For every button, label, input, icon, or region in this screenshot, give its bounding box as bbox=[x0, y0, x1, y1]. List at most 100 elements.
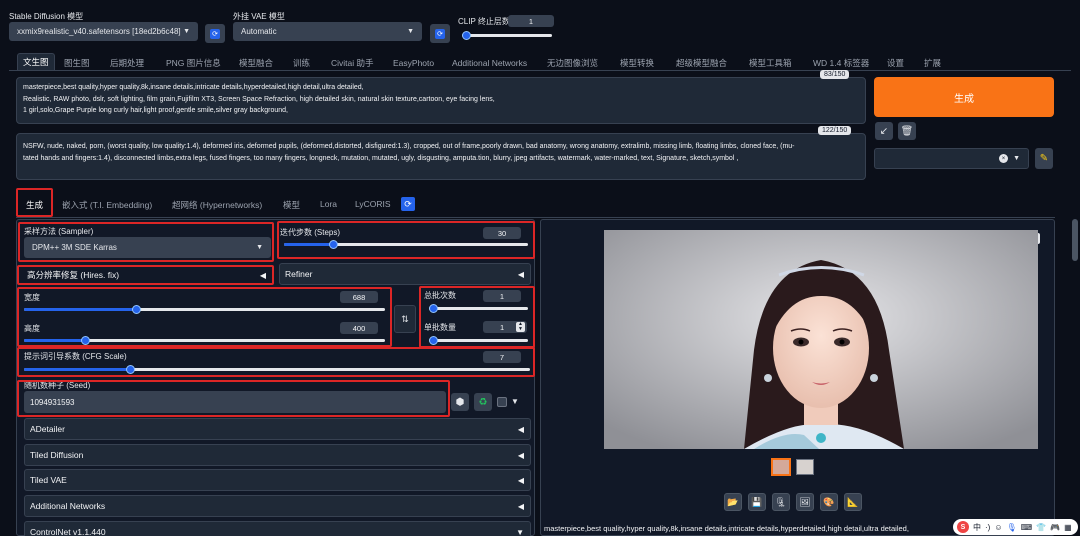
edit-styles-button[interactable]: ✎ bbox=[1035, 148, 1053, 169]
arrow-down-left-icon: ↙ bbox=[879, 125, 889, 137]
tab-8[interactable]: Additional Networks bbox=[452, 56, 527, 70]
steps-slider[interactable] bbox=[284, 240, 528, 249]
tab-4[interactable]: 模型融合 bbox=[239, 56, 273, 70]
tab-13[interactable]: WD 1.4 标签器 bbox=[813, 56, 869, 70]
subtab-3[interactable]: 模型 bbox=[283, 199, 300, 211]
zip-icon: 🗜 bbox=[775, 496, 787, 507]
tab-6[interactable]: Civitai 助手 bbox=[331, 56, 374, 70]
generate-button[interactable]: 生成 bbox=[874, 77, 1054, 117]
height-value[interactable]: 400 bbox=[340, 322, 378, 334]
collapse-icon: ◀ bbox=[517, 501, 524, 511]
batch-size-input[interactable]: 1 ▲ ▼ bbox=[483, 321, 527, 333]
seed-input[interactable]: 1094931593 bbox=[24, 391, 446, 413]
batch-size-slider[interactable] bbox=[429, 336, 528, 345]
vae-value: Automatic bbox=[241, 27, 277, 36]
subtabs-divider bbox=[16, 217, 1055, 218]
height-slider[interactable] bbox=[24, 336, 385, 345]
grid-icon: ▦ bbox=[1064, 522, 1072, 532]
extra-seed-checkbox[interactable] bbox=[497, 397, 507, 407]
subtab-2[interactable]: 超网络 (Hypernetworks) bbox=[172, 199, 262, 211]
thumbnail-2[interactable] bbox=[796, 459, 814, 475]
accordion-0[interactable]: ADetailer ◀ bbox=[24, 418, 531, 440]
reuse-seed-button[interactable]: ♻ bbox=[474, 393, 492, 411]
subtab-1[interactable]: 嵌入式 (T.I. Embedding) bbox=[62, 199, 152, 211]
accordion-label: ADetailer bbox=[30, 424, 65, 434]
chevron-down-icon: ▼ bbox=[1013, 155, 1020, 162]
clip-value[interactable]: 1 bbox=[508, 15, 554, 27]
chevron-down-icon: ▼ bbox=[256, 244, 263, 251]
cfg-value[interactable]: 7 bbox=[483, 351, 521, 363]
tab-2[interactable]: 后期处理 bbox=[110, 56, 144, 70]
refresh-model-button[interactable]: ⟳ bbox=[205, 24, 225, 43]
refresh-networks-button[interactable]: ⟳ bbox=[401, 197, 415, 211]
batch-count-slider[interactable] bbox=[429, 304, 528, 313]
zip-button[interactable]: 🗜 bbox=[772, 493, 790, 511]
negative-prompt[interactable]: NSFW, nude, naked, porn, (worst quality,… bbox=[16, 133, 866, 180]
send-to-inpaint-button[interactable]: 🎨 bbox=[820, 493, 838, 511]
tab-7[interactable]: EasyPhoto bbox=[393, 56, 434, 70]
send-to-img2img-button[interactable]: 🖼 bbox=[796, 493, 814, 511]
accordion-3[interactable]: Additional Networks ◀ bbox=[24, 495, 531, 517]
sampler-label: 采样方法 (Sampler) bbox=[24, 227, 94, 236]
subtab-0[interactable]: 生成 bbox=[26, 199, 43, 211]
swap-dimensions-button[interactable]: ⇅ bbox=[394, 305, 416, 333]
collapse-icon: ▼ bbox=[516, 527, 524, 536]
read-params-button[interactable]: ↙ bbox=[875, 122, 893, 140]
tab-1[interactable]: 图生图 bbox=[64, 56, 90, 70]
width-slider[interactable] bbox=[24, 305, 385, 314]
tab-12[interactable]: 模型工具箱 bbox=[749, 56, 792, 70]
generated-image[interactable] bbox=[604, 230, 1038, 449]
collapse-icon: ◀ bbox=[517, 450, 524, 460]
subtab-4[interactable]: Lora bbox=[320, 199, 337, 209]
steps-label: 迭代步数 (Steps) bbox=[280, 228, 341, 237]
moon-icon: ·) bbox=[985, 522, 991, 532]
tab-10[interactable]: 模型转换 bbox=[620, 56, 654, 70]
swap-icon: ⇅ bbox=[401, 313, 409, 324]
save-icon: 💾 bbox=[751, 496, 763, 507]
collapse-icon: ◀ bbox=[517, 475, 524, 485]
save-button[interactable]: 💾 bbox=[748, 493, 766, 511]
sampler-select[interactable]: DPM++ 3M SDE Karras ▼ bbox=[24, 237, 271, 258]
tabs-divider bbox=[9, 70, 1071, 71]
width-value[interactable]: 688 bbox=[340, 291, 378, 303]
open-folder-button[interactable]: 📂 bbox=[724, 493, 742, 511]
steps-value[interactable]: 30 bbox=[483, 227, 521, 239]
refresh-vae-button[interactable]: ⟳ bbox=[430, 24, 450, 43]
clip-slider[interactable] bbox=[462, 31, 552, 40]
accordion-4[interactable]: ControlNet v1.1.440 ▼ bbox=[24, 521, 531, 536]
refiner-accordion[interactable]: Refiner ◀ bbox=[279, 263, 531, 285]
negative-token-counter: 122/150 bbox=[818, 126, 852, 135]
expand-icon[interactable]: ▼ bbox=[511, 397, 519, 406]
accordion-1[interactable]: Tiled Diffusion ◀ bbox=[24, 444, 531, 466]
ime-toolbar[interactable]: S 中 ·) ☺ 🎙 ⌨ 👕 🎮 ▦ bbox=[953, 519, 1078, 535]
clear-prompt-button[interactable]: 🗑 bbox=[898, 122, 916, 140]
tab-5[interactable]: 训练 bbox=[293, 56, 310, 70]
tab-14[interactable]: 设置 bbox=[887, 56, 904, 70]
output-caption: masterpiece,best quality,hyper quality,8… bbox=[544, 524, 909, 533]
thumbnail-1[interactable] bbox=[771, 458, 791, 476]
tab-9[interactable]: 无边图像浏览 bbox=[547, 56, 598, 70]
random-seed-button[interactable]: ⬢ bbox=[451, 393, 469, 411]
clear-icon[interactable]: × bbox=[999, 154, 1009, 163]
subtab-5[interactable]: LyCORIS bbox=[355, 199, 391, 209]
stepper-icon[interactable]: ▲ ▼ bbox=[516, 322, 525, 332]
hires-fix-accordion[interactable]: 高分辨率修复 (Hires. fix) ◀ bbox=[22, 264, 272, 286]
batch-count-value[interactable]: 1 bbox=[483, 290, 521, 302]
tab-3[interactable]: PNG 图片信息 bbox=[166, 56, 221, 70]
tab-15[interactable]: 扩展 bbox=[924, 56, 941, 70]
prompt-line: 1 girl,solo,Grape Purple long curly hair… bbox=[23, 107, 288, 114]
cfg-slider[interactable] bbox=[24, 365, 530, 374]
sogou-s-icon: S bbox=[957, 521, 969, 533]
model-select[interactable]: xxmix9realistic_v40.safetensors [18ed2b6… bbox=[9, 22, 198, 41]
send-to-extras-button[interactable]: 📐 bbox=[844, 493, 862, 511]
page-scrollbar[interactable] bbox=[1072, 219, 1078, 261]
refresh-icon: ⟳ bbox=[404, 198, 412, 209]
styles-select[interactable]: × ▼ bbox=[874, 148, 1029, 169]
tab-11[interactable]: 超级模型融合 bbox=[676, 56, 727, 70]
tab-0[interactable]: 文生图 bbox=[17, 53, 55, 70]
vae-select[interactable]: Automatic ▼ bbox=[233, 22, 422, 41]
pencil-icon: ✎ bbox=[1039, 153, 1049, 164]
prompt-line: NSFW, nude, naked, porn, (worst quality,… bbox=[23, 143, 795, 150]
accordion-2[interactable]: Tiled VAE ◀ bbox=[24, 469, 531, 491]
positive-prompt[interactable]: masterpiece,best quality,hyper quality,8… bbox=[16, 77, 866, 124]
